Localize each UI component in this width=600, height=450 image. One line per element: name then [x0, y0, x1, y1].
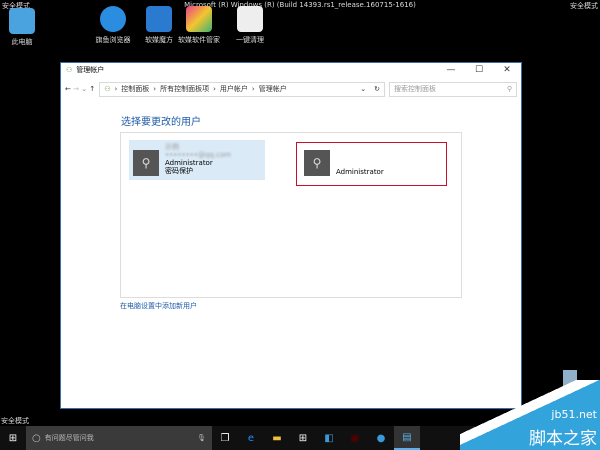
dropdown-icon[interactable]: ⌄: [360, 85, 366, 93]
desktop-icon-software-manager[interactable]: 软媒软件管家: [174, 6, 224, 45]
window-title: 管理帐户: [76, 66, 105, 74]
search-icon: ⚲: [506, 85, 512, 93]
address-bar: ← → ⌄ ↑ ⚇ › 控制面板 › 所有控制面板项 › 用户帐户 › 管理帐户 ⌄ ↻…: [65, 81, 517, 97]
cleanup-icon: [237, 6, 263, 32]
account-card[interactable]: ⚲ 示例 ••••••••@qq.com Administrator 密码保护: [129, 140, 265, 180]
browser-app-icon[interactable]: ●: [368, 426, 394, 450]
breadcrumb-item[interactable]: 用户帐户: [220, 84, 248, 94]
users-icon: ⚇: [66, 66, 73, 74]
manage-accounts-window: ⚇ 管理帐户 — ☐ ✕ ← → ⌄ ↑ ⚇ › 控制面板 › 所有控制面板项 › 用户帐…: [60, 62, 522, 409]
safe-mode-label: 安全模式: [1, 417, 29, 425]
title-bar: ⚇ 管理帐户 — ☐ ✕: [61, 63, 521, 77]
account-email: ••••••••@qq.com: [165, 151, 232, 159]
account-status: 密码保护: [165, 167, 193, 175]
breadcrumb[interactable]: ⚇ › 控制面板 › 所有控制面板项 › 用户帐户 › 管理帐户 ⌄ ↻: [99, 81, 385, 97]
search-input[interactable]: 搜索控制面板 ⚲: [389, 81, 517, 97]
search-placeholder: 搜索控制面板: [394, 85, 436, 93]
cube-app-icon[interactable]: ◧: [316, 426, 342, 450]
breadcrumb-item[interactable]: 所有控制面板项: [160, 84, 209, 94]
user-icon: ⚲: [133, 150, 159, 176]
task-view-icon[interactable]: ❐: [212, 426, 238, 450]
desktop-icon-this-pc[interactable]: 此电脑: [0, 8, 47, 47]
back-icon[interactable]: ←: [65, 85, 71, 93]
app-icon[interactable]: ▣: [342, 426, 368, 450]
icon-label: 一键清理: [236, 36, 264, 44]
user-icon: ⚲: [304, 150, 330, 176]
browser-icon: [100, 6, 126, 32]
breadcrumb-item[interactable]: 管理帐户: [259, 84, 287, 94]
file-explorer-icon[interactable]: ▬: [264, 426, 290, 450]
start-button[interactable]: ⊞: [0, 426, 26, 450]
account-type: Administrator: [165, 159, 213, 167]
desktop-icon-browser[interactable]: 旗鱼浏览器: [88, 6, 138, 45]
icon-label: 软媒软件管家: [178, 36, 220, 44]
icon-label: 旗鱼浏览器: [95, 36, 131, 44]
watermark: jb51.net 脚本之家: [460, 380, 600, 450]
icon-label: 此电脑: [11, 38, 33, 46]
breadcrumb-item[interactable]: 控制面板: [121, 84, 149, 94]
control-panel-icon: ⚇: [104, 85, 111, 93]
chevron-down-icon[interactable]: ⌄: [81, 85, 87, 93]
computer-icon: [9, 8, 35, 34]
icon-label: 软媒魔方: [145, 36, 173, 44]
cube-icon: [146, 6, 172, 32]
safe-mode-label: 安全模式: [570, 2, 598, 10]
cortana-icon: ○: [32, 432, 41, 444]
page-heading: 选择要更改的用户: [121, 117, 201, 128]
microphone-icon[interactable]: 🎙: [197, 434, 206, 442]
maximize-button[interactable]: ☐: [465, 65, 493, 75]
software-manager-icon: [186, 6, 212, 32]
refresh-icon[interactable]: ↻: [374, 85, 380, 93]
account-type: Administrator: [336, 168, 384, 176]
watermark-name: 脚本之家: [529, 429, 597, 449]
account-list: ⚲ 示例 ••••••••@qq.com Administrator 密码保护 ⚲ A…: [120, 132, 462, 298]
edge-icon[interactable]: e: [238, 426, 264, 450]
forward-icon[interactable]: →: [73, 85, 79, 93]
up-icon[interactable]: ↑: [89, 85, 95, 93]
search-placeholder: 有问题尽管问我: [44, 434, 94, 442]
close-button[interactable]: ✕: [493, 65, 521, 75]
watermark-site: jb51.net: [551, 408, 597, 421]
taskbar-search-input[interactable]: ○ 有问题尽管问我 🎙: [26, 426, 212, 450]
add-user-link[interactable]: 在电脑设置中添加新用户: [120, 301, 197, 311]
desktop-icon-cleanup[interactable]: 一键清理: [225, 6, 275, 45]
minimize-button[interactable]: —: [437, 65, 465, 75]
store-icon[interactable]: ⊞: [290, 426, 316, 450]
control-panel-taskbar-icon[interactable]: ▤: [394, 426, 420, 450]
account-name: 示例: [165, 143, 179, 151]
account-card-selected[interactable]: ⚲ Administrator: [296, 142, 447, 186]
